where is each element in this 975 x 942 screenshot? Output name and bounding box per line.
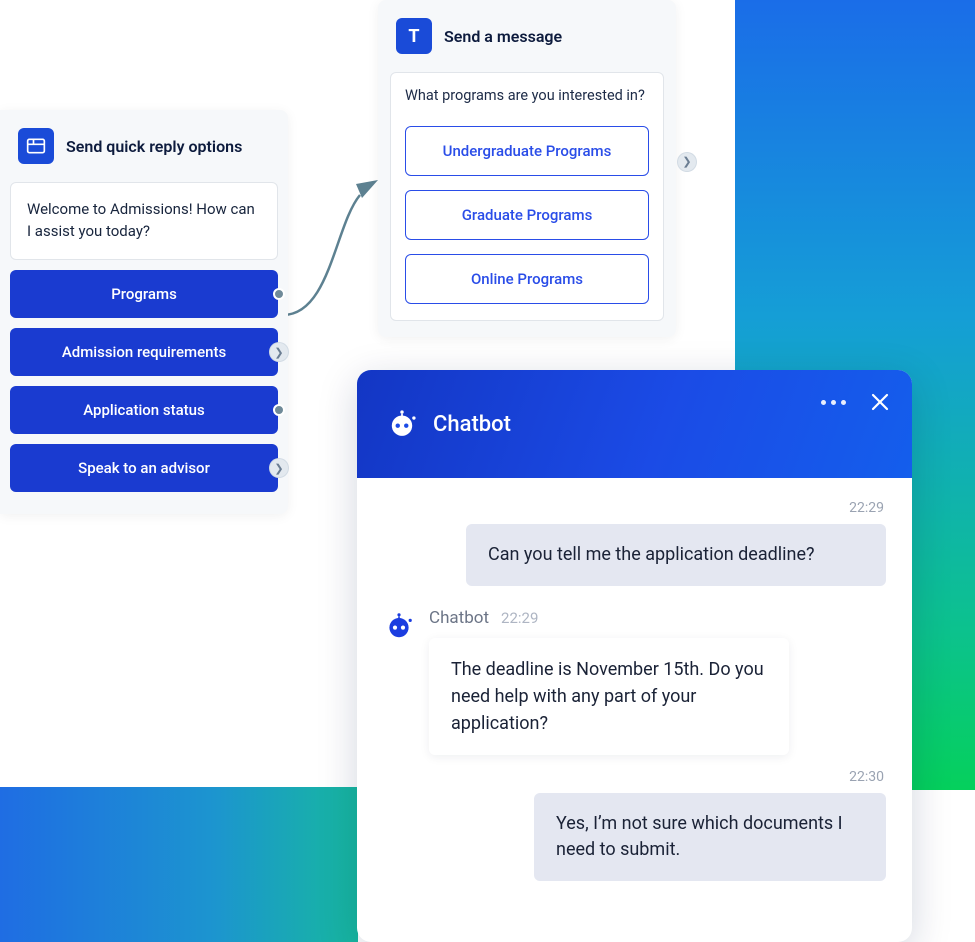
connector-dot-icon: [273, 288, 285, 300]
send-message-header: T Send a message: [378, 0, 676, 72]
user-message: Can you tell me the application deadline…: [466, 524, 886, 586]
bot-name: Chatbot: [429, 608, 489, 628]
close-icon[interactable]: [870, 392, 890, 412]
program-option-online[interactable]: Online Programs: [405, 254, 649, 304]
bot-icon: [385, 407, 419, 441]
more-menu-icon[interactable]: [821, 400, 846, 405]
chat-body: 22:29 Can you tell me the application de…: [357, 478, 912, 942]
option-label: Speak to an advisor: [78, 459, 210, 477]
quick-reply-option-speak-advisor[interactable]: Speak to an advisor ❯: [10, 444, 278, 492]
bot-message-row: Chatbot 22:29 The deadline is November 1…: [383, 608, 886, 755]
quick-reply-icon: [18, 128, 54, 164]
program-option-graduate[interactable]: Graduate Programs: [405, 190, 649, 240]
bot-message: The deadline is November 15th. Do you ne…: [429, 638, 789, 755]
option-label: Application status: [83, 401, 205, 419]
chevron-right-icon: ❯: [678, 153, 696, 171]
chevron-right-icon: ❯: [270, 459, 288, 477]
message-time: 22:29: [501, 609, 538, 627]
quick-reply-option-admission-requirements[interactable]: Admission requirements ❯: [10, 328, 278, 376]
send-message-card: T Send a message What programs are you i…: [378, 0, 676, 337]
bot-avatar-icon: [383, 610, 415, 642]
send-message-options-wrap: What programs are you interested in? Und…: [390, 72, 664, 321]
quick-reply-title: Send quick reply options: [66, 137, 242, 156]
text-icon: T: [396, 18, 432, 54]
chevron-right-icon: ❯: [270, 343, 288, 361]
option-label: Undergraduate Programs: [443, 142, 612, 160]
quick-reply-prompt[interactable]: Welcome to Admissions! How can I assist …: [10, 182, 278, 260]
option-label: Graduate Programs: [462, 206, 593, 224]
background-gradient-bottom: [0, 787, 358, 942]
quick-reply-header: Send quick reply options: [0, 110, 288, 182]
user-message: Yes, I’m not sure which documents I need…: [534, 793, 886, 881]
message-time: 22:29: [383, 500, 884, 516]
quick-reply-option-application-status[interactable]: Application status: [10, 386, 278, 434]
send-message-prompt[interactable]: What programs are you interested in?: [405, 87, 649, 104]
chat-title: Chatbot: [433, 412, 511, 437]
quick-reply-option-programs[interactable]: Programs: [10, 270, 278, 318]
program-option-undergraduate[interactable]: Undergraduate Programs: [405, 126, 649, 176]
option-label: Online Programs: [471, 270, 583, 288]
quick-reply-card: Send quick reply options Welcome to Admi…: [0, 110, 288, 514]
message-time: 22:30: [383, 769, 884, 785]
chat-header: Chatbot: [357, 370, 912, 478]
chat-widget: Chatbot 22:29 Can you tell me the applic…: [357, 370, 912, 942]
connector-dot-icon: [273, 404, 285, 416]
option-label: Admission requirements: [62, 343, 226, 361]
send-message-title: Send a message: [444, 27, 562, 46]
option-label: Programs: [111, 285, 177, 303]
